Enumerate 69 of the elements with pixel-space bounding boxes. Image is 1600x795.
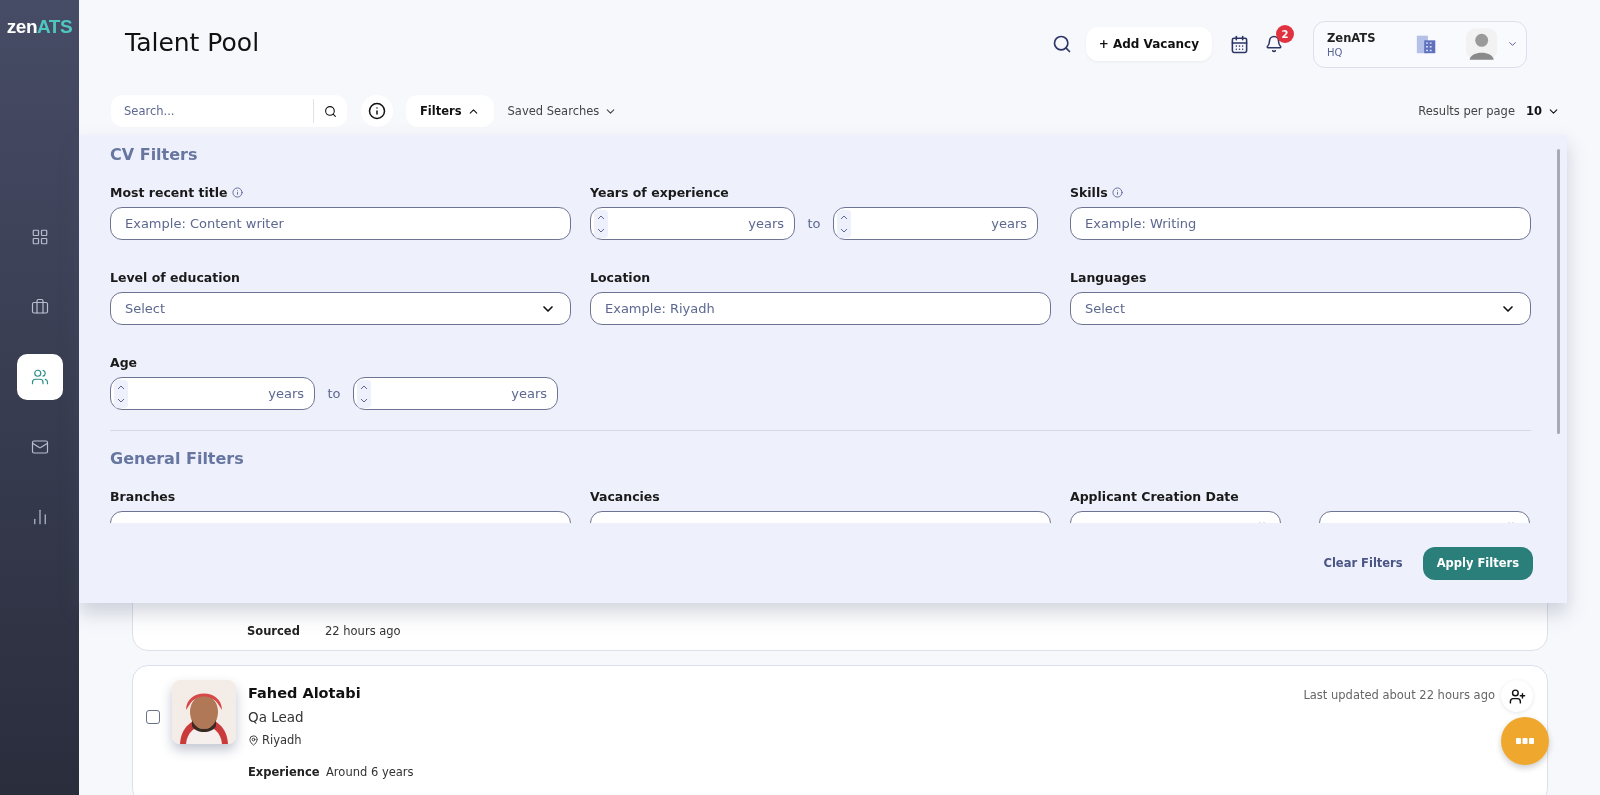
section-title: CV Filters: [110, 145, 199, 164]
spinner-icon[interactable]: [837, 209, 851, 238]
bell-icon: [1265, 35, 1283, 53]
add-to-vacancy-button[interactable]: [1501, 680, 1533, 712]
search-button[interactable]: [1051, 34, 1072, 54]
page-title: Talent Pool: [125, 27, 261, 59]
section-title: General Filters: [110, 449, 245, 468]
field-label: Most recent title: [110, 185, 228, 200]
search-icon: [324, 104, 337, 118]
field-label: Applicant Creation Date: [1070, 489, 1240, 504]
more-icon: [1516, 738, 1534, 744]
nav-item[interactable]: [16, 354, 63, 400]
spinner-icon[interactable]: [594, 209, 608, 238]
search-bar[interactable]: Search...: [111, 95, 347, 127]
number-field[interactable]: years: [110, 377, 315, 410]
avatar: [1465, 27, 1497, 61]
candidate-location: Riyadh: [262, 733, 302, 747]
select-field[interactable]: Select: [110, 292, 571, 325]
info-icon: [368, 102, 386, 120]
calendar-icon: [1230, 34, 1249, 54]
search-field[interactable]: Search...: [122, 103, 313, 119]
account-switcher[interactable]: ZenATS HQ: [1313, 20, 1527, 68]
text-field[interactable]: Example: Writing: [1070, 207, 1531, 240]
detail-label: Sourced: [247, 624, 301, 638]
users-icon: [30, 368, 49, 386]
candidate-name[interactable]: Fahed Alotabi: [248, 685, 1304, 701]
field-label: Level of education: [110, 270, 241, 285]
range-separator: to: [806, 216, 822, 231]
results-per-page-label: Results per page: [1418, 104, 1515, 118]
detail-value: 22 hours ago: [325, 624, 401, 638]
results-per-page-select[interactable]: 10: [1522, 104, 1564, 118]
user-plus-icon: [1508, 687, 1526, 705]
notification-badge: 2: [1276, 25, 1294, 43]
field-label: Years of experience: [590, 185, 730, 200]
location-pin-icon: [248, 734, 259, 746]
field-label: Languages: [1070, 270, 1148, 285]
number-field[interactable]: years: [590, 207, 795, 240]
range-separator: to: [326, 386, 342, 401]
apply-filters-button[interactable]: Apply Filters: [1422, 546, 1533, 580]
checkbox[interactable]: [146, 710, 160, 724]
text-field[interactable]: Example: Riyadh: [590, 292, 1051, 325]
briefcase-icon: [30, 298, 49, 316]
field-label: Location: [590, 270, 652, 285]
clear-filters-button[interactable]: Clear Filters: [1317, 555, 1409, 571]
text-field[interactable]: Example: Content writer: [110, 207, 571, 240]
spinner-icon[interactable]: [114, 379, 128, 408]
filters-button[interactable]: Filters: [406, 95, 494, 127]
logo: zenATS: [6, 16, 73, 38]
field-label: Skills: [1070, 185, 1108, 200]
candidate-title: Qa Lead: [248, 709, 305, 725]
notifications-button[interactable]: [1265, 35, 1283, 53]
spinner-icon[interactable]: [357, 379, 371, 408]
field-label: Age: [110, 355, 139, 370]
field-label: Vacancies: [590, 489, 661, 504]
field-label: Branches: [110, 489, 177, 504]
add-vacancy-button[interactable]: + Add Vacancy: [1085, 27, 1212, 61]
grid-icon: [30, 228, 49, 246]
calendar-button[interactable]: [1230, 34, 1249, 54]
info-button[interactable]: [361, 95, 393, 127]
select-field[interactable]: Select: [1070, 292, 1531, 325]
detail-label: Experience: [248, 765, 321, 779]
last-updated-text: Last updated about 22 hours ago: [1303, 688, 1495, 702]
number-field[interactable]: years: [353, 377, 558, 410]
detail-value: Around 6 years: [326, 765, 414, 779]
number-field[interactable]: years: [833, 207, 1038, 240]
scrollbar[interactable]: [1557, 149, 1560, 434]
saved-searches-dropdown[interactable]: Saved Searches: [503, 104, 622, 118]
search-icon: [1051, 34, 1072, 54]
mail-icon: [30, 438, 49, 456]
